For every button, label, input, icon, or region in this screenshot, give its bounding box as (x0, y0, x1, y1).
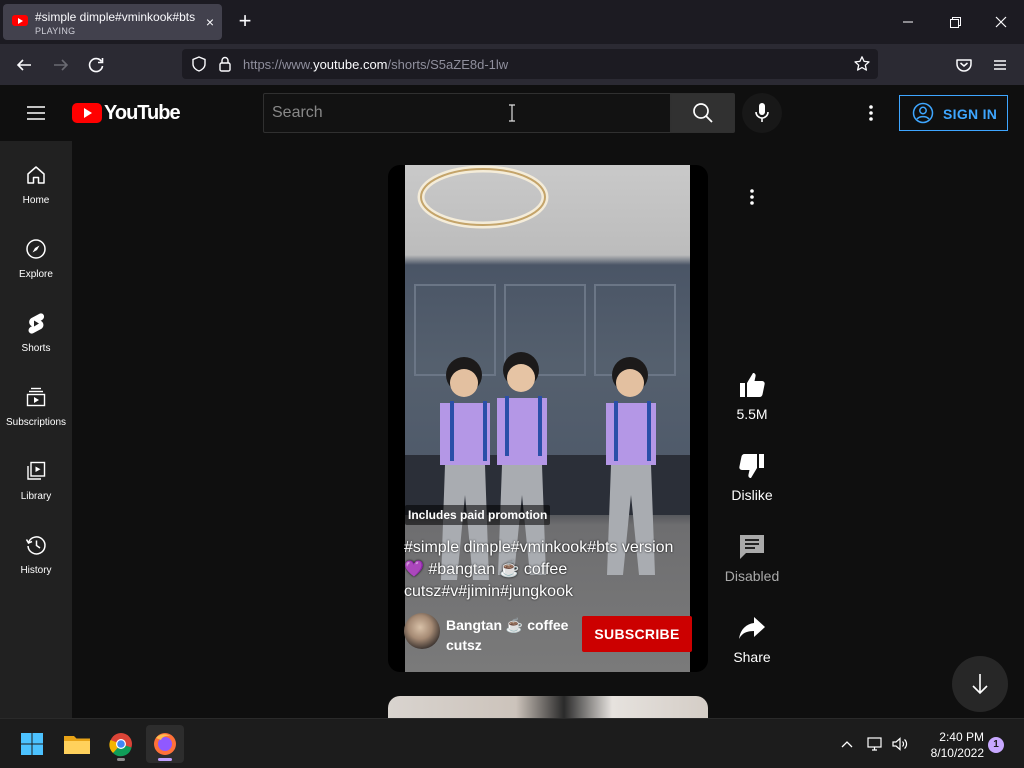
tab-title: #simple dimple#vminkook#bts version (35, 10, 198, 24)
notification-badge[interactable]: 1 (988, 737, 1004, 753)
dislike-label: Dislike (731, 487, 773, 503)
back-arrow-icon[interactable] (11, 52, 37, 78)
channel-name[interactable]: Bangtan ☕ coffee cutsz (446, 615, 576, 655)
browser-tab-bar: #simple dimple#vminkook#bts version PLAY… (0, 0, 1024, 44)
youtube-logo[interactable]: YouTube (72, 102, 181, 124)
sign-in-label: SIGN IN (943, 106, 998, 122)
masthead: YouTube SIGN IN (0, 85, 1024, 141)
windows-taskbar: 2:40 PM 8/10/2022 1 (0, 718, 1024, 768)
file-explorer-icon (64, 736, 90, 754)
active-app-indicator (158, 758, 172, 761)
sidebar-item-home[interactable]: Home (0, 153, 72, 227)
share-arrow-icon (739, 617, 765, 639)
app-menu-icon[interactable] (987, 52, 1013, 78)
arrow-down-icon (972, 674, 988, 695)
sidebar-item-label: Shorts (21, 343, 51, 354)
sidebar-item-label: Explore (19, 269, 53, 280)
show-hidden-icons-chevron-icon[interactable] (838, 735, 856, 753)
sidebar-item-history[interactable]: History (0, 523, 72, 597)
subscribe-button[interactable]: SUBSCRIBE (582, 616, 692, 652)
library-icon (27, 461, 46, 480)
comments-button[interactable]: Disabled (720, 531, 784, 584)
youtube-favicon-icon (12, 15, 28, 26)
youtube-page: YouTube SIGN IN Home Explore (0, 85, 1024, 718)
compass-icon (26, 239, 46, 259)
sidebar-item-explore[interactable]: Explore (0, 227, 72, 301)
guide-menu-icon[interactable] (24, 101, 48, 125)
chrome-taskbar-button[interactable] (102, 725, 140, 763)
account-icon (912, 102, 934, 124)
browser-tab[interactable]: #simple dimple#vminkook#bts version PLAY… (3, 4, 222, 40)
comment-icon (740, 535, 764, 559)
tab-playing-status: PLAYING (35, 26, 76, 36)
youtube-logo-icon (72, 103, 102, 123)
sidebar-item-subscriptions[interactable]: Subscriptions (0, 375, 72, 449)
thumbs-down-icon (739, 454, 764, 478)
short-more-options-icon[interactable] (736, 181, 768, 213)
youtube-logo-text: YouTube (104, 102, 181, 124)
reload-icon[interactable] (83, 52, 109, 78)
new-tab-button[interactable]: + (232, 9, 258, 35)
sign-in-button[interactable]: SIGN IN (899, 95, 1008, 131)
firefox-taskbar-button[interactable] (146, 725, 184, 763)
running-indicator (117, 758, 125, 761)
tracking-shield-icon[interactable] (190, 55, 208, 73)
windows-start-icon (21, 733, 43, 755)
short-caption: #simple dimple#vminkook#bts version 💜 #b… (404, 539, 674, 600)
channel-avatar[interactable] (404, 613, 440, 649)
sidebar-item-label: Home (22, 195, 50, 206)
url-domain: youtube.com (313, 57, 388, 72)
sidebar-item-label: Library (20, 491, 52, 502)
sidebar-item-shorts[interactable]: Shorts (0, 301, 72, 375)
next-short-button[interactable] (952, 656, 1008, 712)
shorts-player[interactable]: Includes paid promotion #simple dimple#v… (388, 165, 708, 672)
like-count: 5.5M (736, 406, 768, 422)
text-cursor-icon (508, 104, 516, 122)
system-clock[interactable]: 2:40 PM 8/10/2022 (916, 729, 984, 761)
url-prefix: https://www. (243, 57, 314, 72)
home-icon (27, 166, 45, 184)
share-label: Share (733, 649, 771, 665)
forward-arrow-icon[interactable] (48, 52, 74, 78)
mini-guide: Home Explore Shorts Subscriptions Librar… (0, 141, 72, 718)
padlock-icon[interactable] (217, 55, 233, 73)
shorts-icon (28, 313, 45, 334)
like-button[interactable]: 5.5M (720, 369, 784, 422)
search-box[interactable] (263, 93, 671, 133)
close-window-icon[interactable] (987, 8, 1015, 36)
sidebar-item-library[interactable]: Library (0, 449, 72, 523)
voice-search-button[interactable] (742, 93, 782, 133)
sidebar-item-label: Subscriptions (5, 417, 67, 428)
clock-date: 8/10/2022 (930, 746, 984, 760)
start-button[interactable] (13, 725, 51, 763)
file-explorer-taskbar-button[interactable] (58, 725, 96, 763)
address-bar[interactable]: https://www.youtube.com/shorts/S5aZE8d-1… (182, 49, 878, 79)
share-button[interactable]: Share (720, 612, 784, 665)
sidebar-item-label: History (20, 565, 52, 576)
paid-promotion-badge: Includes paid promotion (405, 505, 551, 525)
network-icon[interactable] (865, 735, 885, 753)
url-path: /shorts/S5aZE8d-1lw (387, 57, 509, 72)
volume-icon[interactable] (890, 735, 910, 753)
pocket-icon[interactable] (951, 52, 977, 78)
search-button[interactable] (671, 93, 735, 133)
restore-icon[interactable] (941, 8, 969, 36)
browser-nav-bar: https://www.youtube.com/shorts/S5aZE8d-1… (0, 44, 1024, 85)
minimize-icon[interactable] (894, 8, 922, 36)
url-text[interactable]: https://www.youtube.com/shorts/S5aZE8d-1… (243, 57, 508, 72)
subscriptions-icon (26, 387, 46, 407)
comments-disabled-label: Disabled (724, 568, 780, 584)
bookmark-star-icon[interactable] (853, 55, 871, 73)
thumbs-up-icon (740, 373, 765, 397)
clock-time: 2:40 PM (939, 730, 984, 744)
dislike-button[interactable]: Dislike (720, 450, 784, 503)
search-input[interactable] (264, 94, 670, 132)
next-short-preview[interactable] (388, 696, 708, 718)
history-icon (25, 536, 46, 555)
settings-more-icon[interactable] (859, 101, 883, 125)
microphone-icon (755, 103, 769, 122)
tab-close-icon[interactable]: × (201, 13, 219, 31)
